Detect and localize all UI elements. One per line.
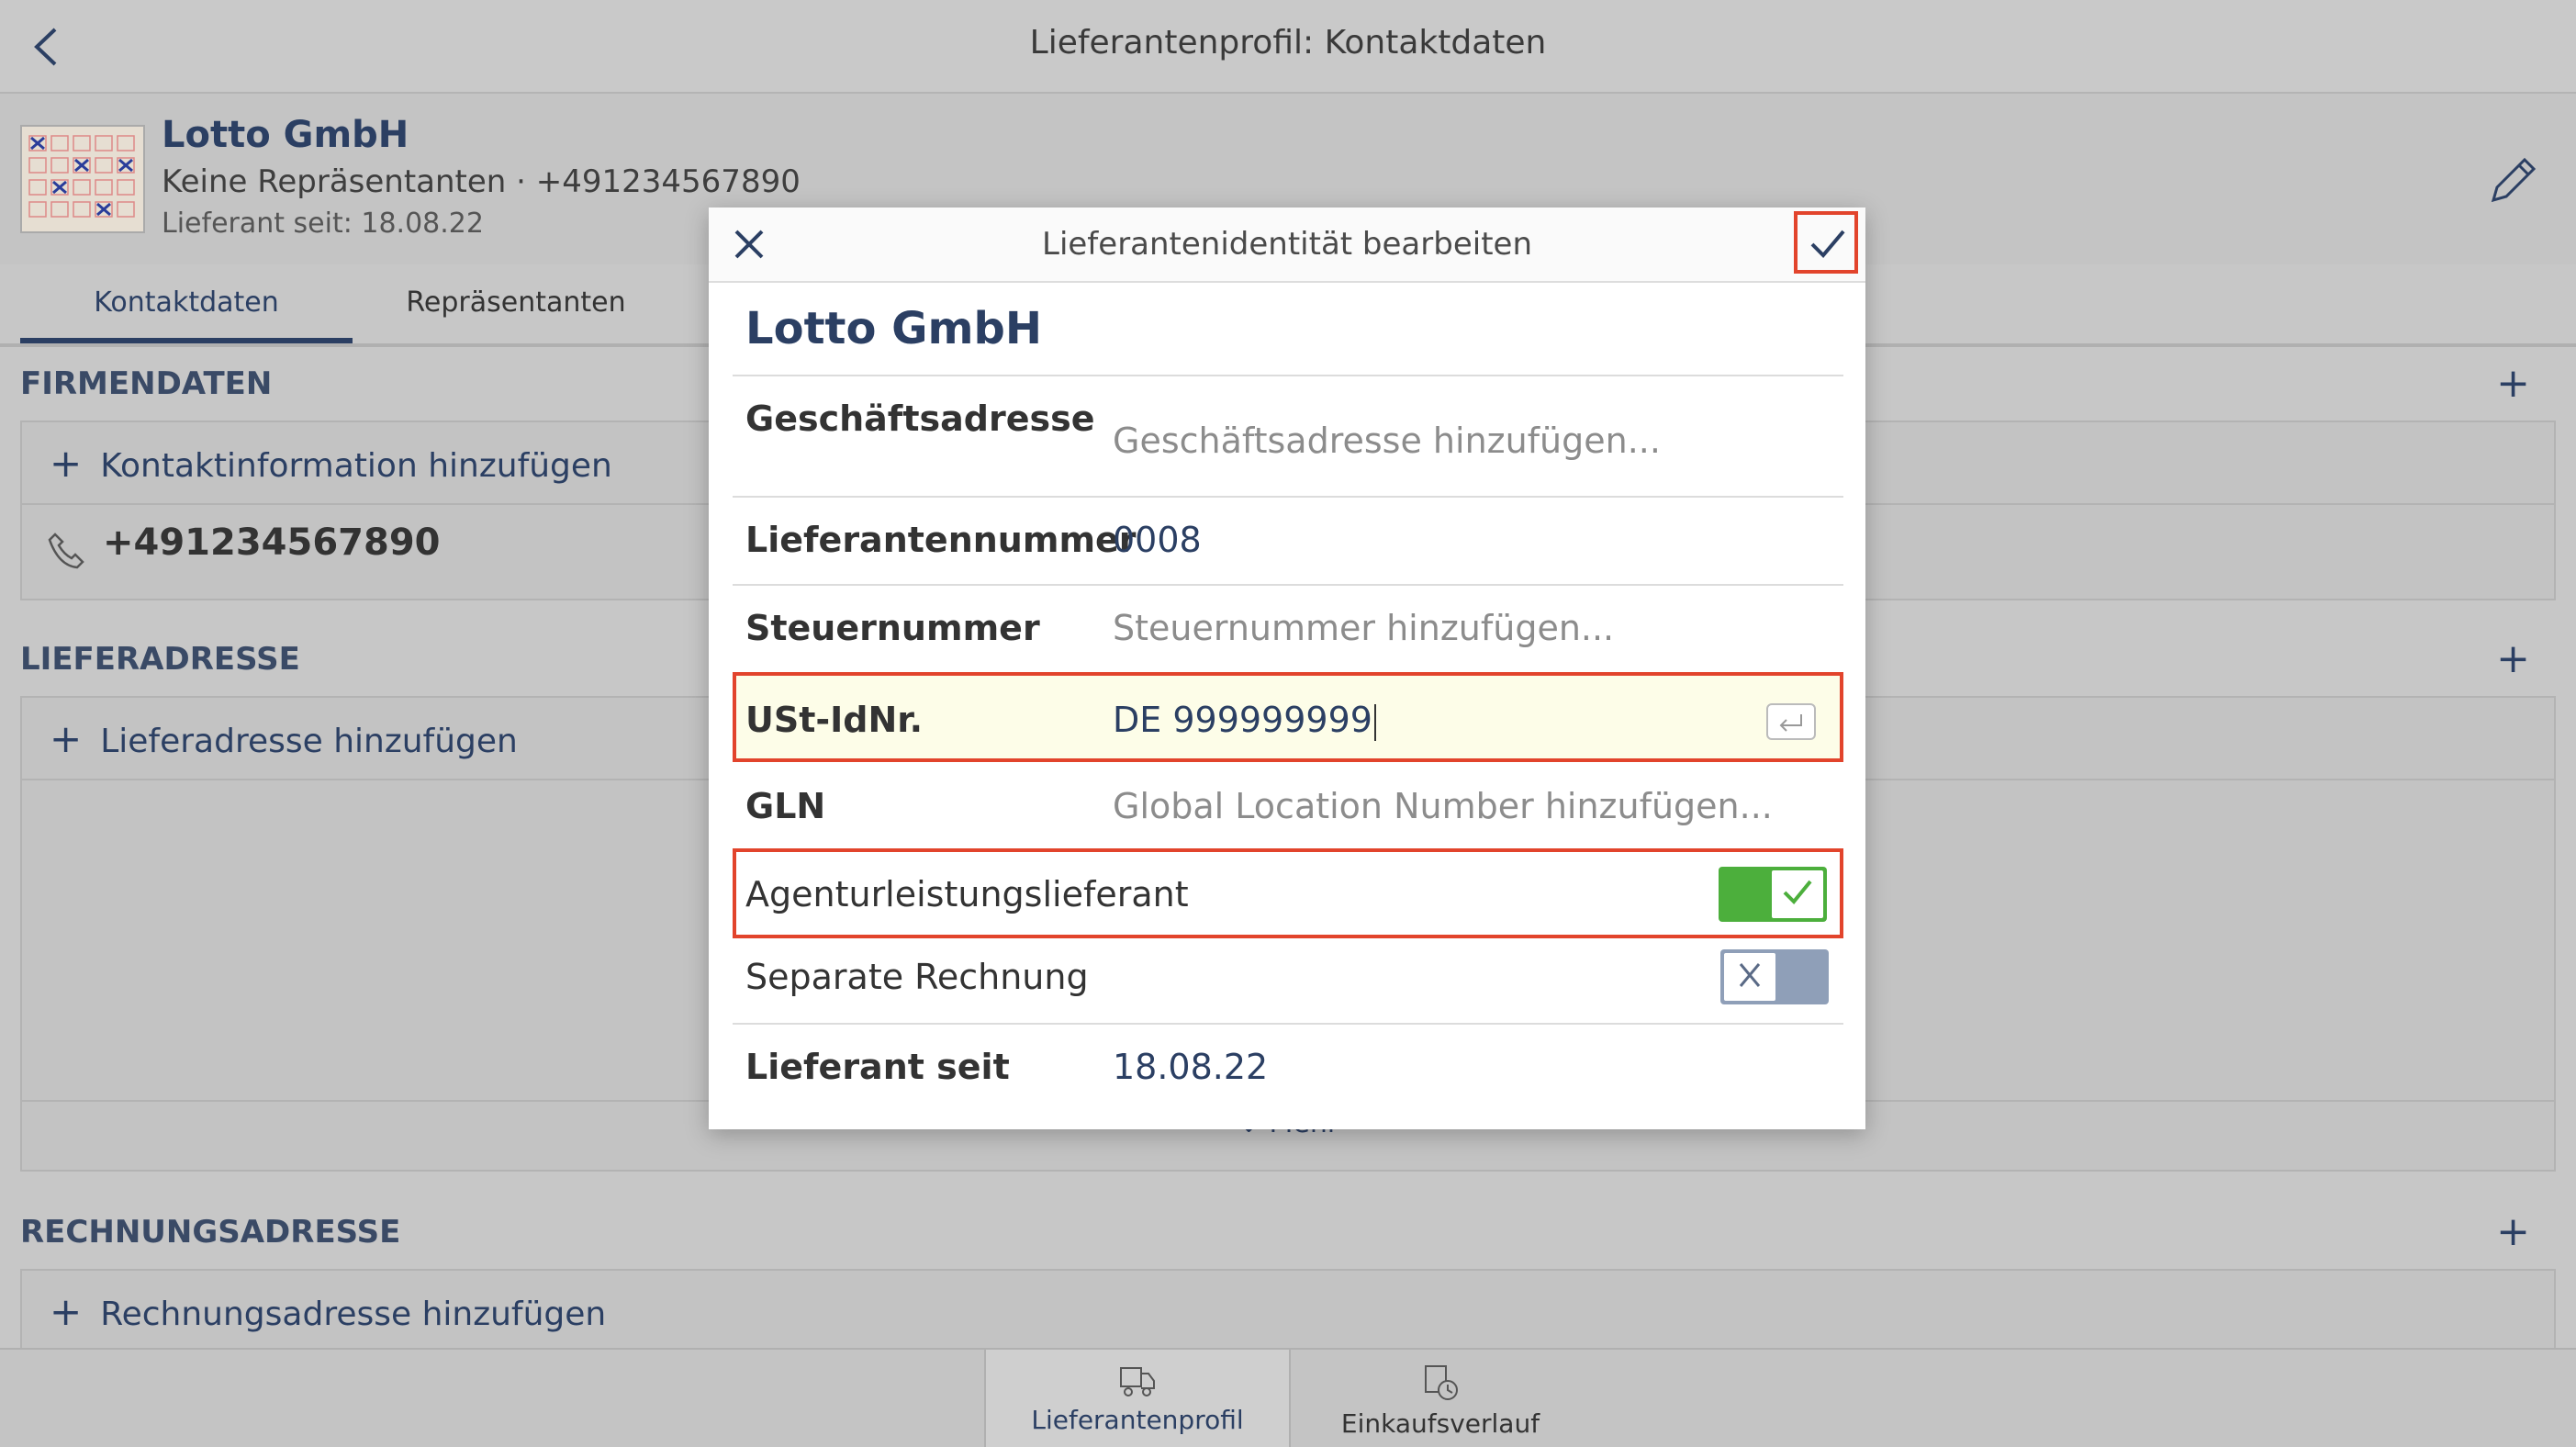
field-row-tax-number[interactable]: Steuernummer Steuernummer hinzufügen... [733, 586, 1843, 672]
field-label: USt-IdNr. [745, 700, 924, 740]
field-row-vat-id[interactable]: USt-IdNr. DE 999999999 [733, 672, 1843, 762]
tab-repraesentanten[interactable]: Repräsentanten [378, 286, 654, 319]
tax-number-input[interactable]: Steuernummer hinzufügen... [1113, 608, 1614, 648]
add-contact-link[interactable]: + Kontaktinformation hinzufügen [50, 441, 612, 486]
section-title-firmendaten: FIRMENDATEN [20, 365, 273, 402]
field-label: Geschäftsadresse [745, 398, 1095, 439]
supplier-since: Lieferant seit: 18.08.22 [162, 208, 484, 240]
supplier-name: Lotto GmbH [162, 114, 409, 156]
supplier-logo [20, 125, 145, 233]
add-billing-address-link[interactable]: + Rechnungsadresse hinzufügen [50, 1289, 606, 1334]
pencil-icon [2491, 157, 2537, 203]
page-title: Lieferantenprofil: Kontaktdaten [1029, 24, 1547, 62]
separate-invoice-toggle[interactable] [1720, 949, 1829, 1004]
close-icon [1739, 963, 1761, 987]
return-icon [1779, 714, 1802, 732]
phone-icon [46, 529, 86, 573]
field-row-agency-supplier[interactable]: Agenturleistungslieferant [733, 848, 1843, 938]
gln-input[interactable]: Global Location Number hinzufügen... [1113, 786, 1773, 826]
bottom-nav: Lieferantenprofil Einkaufsverlauf [0, 1348, 2576, 1447]
lotto-ticket-image [22, 127, 143, 231]
confirm-button[interactable] [1794, 211, 1858, 274]
edit-button[interactable] [2486, 154, 2539, 208]
field-row-supplier-number[interactable]: Lieferantennummer 0008 [733, 498, 1843, 586]
field-label: Lieferantennummer [745, 520, 1137, 560]
add-delivery-address-link[interactable]: + Lieferadresse hinzufügen [50, 716, 518, 761]
checkmark-icon [1810, 230, 1845, 258]
phone-number[interactable]: +491234567890 [103, 522, 441, 564]
bottom-tab-label: Lieferantenprofil [1031, 1405, 1244, 1435]
plus-icon: + [50, 441, 83, 486]
rechnungsadresse-card: + Rechnungsadresse hinzufügen [20, 1269, 2556, 1350]
add-firmendaten-button[interactable]: + [2496, 360, 2530, 407]
field-row-supplier-since[interactable]: Lieferant seit 18.08.22 [733, 1025, 1843, 1113]
return-key-button[interactable] [1766, 703, 1816, 740]
supplier-subline: Keine Repräsentanten · +491234567890 [162, 163, 801, 200]
top-bar: Lieferantenprofil: Kontaktdaten [0, 0, 2576, 94]
field-label: Separate Rechnung [745, 957, 1089, 997]
edit-supplier-identity-dialog: Lieferantenidentität bearbeiten Lotto Gm… [709, 208, 1865, 1129]
address-input[interactable]: Geschäftsadresse hinzufügen... [1113, 421, 1661, 461]
tab-kontaktdaten[interactable]: Kontaktdaten [20, 286, 353, 343]
dialog-company-name: Lotto GmbH [745, 303, 1043, 354]
dialog-header: Lieferantenidentität bearbeiten [709, 208, 1865, 283]
field-label: GLN [745, 786, 826, 826]
agency-supplier-toggle[interactable] [1719, 867, 1827, 922]
bottom-tab-lieferantenprofil[interactable]: Lieferantenprofil [984, 1350, 1291, 1447]
field-label: Agenturleistungslieferant [745, 874, 1189, 914]
field-row-address[interactable]: Geschäftsadresse Geschäftsadresse hinzuf… [733, 376, 1843, 498]
plus-icon: + [50, 716, 83, 761]
vat-id-input[interactable]: DE 999999999 [1113, 700, 1376, 741]
text-cursor [1373, 703, 1376, 741]
field-label: Lieferant seit [745, 1047, 1010, 1087]
section-title-rechnungsadresse: RECHNUNGSADRESSE [20, 1214, 401, 1251]
supplier-since-value[interactable]: 18.08.22 [1113, 1047, 1268, 1087]
field-row-separate-invoice[interactable]: Separate Rechnung [733, 940, 1843, 1025]
plus-icon: + [50, 1289, 83, 1334]
checkmark-icon [1783, 880, 1812, 904]
toggle-knob [1770, 869, 1825, 920]
add-rechnungsadresse-button[interactable]: + [2496, 1208, 2530, 1255]
truck-profile-icon [1120, 1367, 1155, 1397]
bottom-tab-label: Einkaufsverlauf [1340, 1408, 1540, 1439]
add-lieferadresse-button[interactable]: + [2496, 635, 2530, 682]
toggle-knob [1722, 951, 1777, 1003]
purchase-history-icon [1425, 1365, 1458, 1400]
field-row-gln[interactable]: GLN Global Location Number hinzufügen... [733, 764, 1843, 850]
bottom-tab-einkaufsverlauf[interactable]: Einkaufsverlauf [1289, 1350, 1592, 1447]
section-title-lieferadresse: LIEFERADRESSE [20, 641, 300, 678]
field-label: Steuernummer [745, 608, 1040, 648]
dialog-title: Lieferantenidentität bearbeiten [1042, 226, 1532, 263]
supplier-number-input[interactable]: 0008 [1113, 520, 1202, 560]
